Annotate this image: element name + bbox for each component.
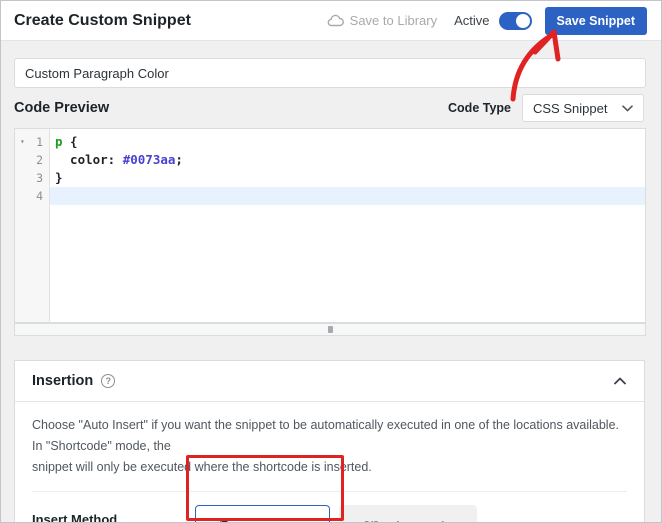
line-number: 4 (36, 189, 43, 203)
code-preview-heading: Code Preview (14, 100, 109, 116)
help-icon[interactable]: ? (101, 374, 115, 388)
auto-insert-button[interactable]: Auto Insert (195, 505, 330, 523)
chevron-up-icon (614, 377, 626, 385)
header-actions: Save to Library Active Save Snippet (327, 7, 647, 35)
insert-method-buttons: Auto Insert [/] Shortcode (195, 505, 477, 523)
code-line: color: #0073aa; (50, 151, 645, 169)
shortcode-icon: [/] (364, 519, 379, 523)
collapse-section-button[interactable] (614, 377, 626, 385)
line-number: 1 (36, 135, 43, 149)
code-type-label: Code Type (448, 101, 511, 115)
gutter-line-3: 3 (15, 169, 49, 187)
save-snippet-button[interactable]: Save Snippet (545, 7, 648, 35)
gutter-line-1: ▾ 1 (15, 133, 49, 151)
insertion-heading: Insertion (32, 373, 93, 389)
gutter-line-4: 4 (15, 187, 49, 205)
insertion-section: Insertion ? Choose "Auto Insert" if you … (14, 360, 645, 523)
active-toggle[interactable] (499, 12, 532, 30)
code-line: p { (50, 133, 645, 151)
insertion-description: snippet will only be executed where the … (32, 457, 627, 478)
css-selector-token: p (55, 134, 63, 149)
insertion-description: Choose "Auto Insert" if you want the sni… (32, 415, 627, 457)
editor-resize-handle[interactable] (14, 323, 646, 336)
chevron-down-icon (622, 105, 633, 112)
page-title: Create Custom Snippet (14, 12, 327, 30)
cloud-icon (327, 14, 344, 27)
code-type-selected-value: CSS Snippet (533, 101, 607, 116)
code-area[interactable]: p { color: #0073aa; } (50, 129, 645, 322)
save-to-library-label: Save to Library (350, 13, 437, 28)
code-token: color: (55, 152, 123, 167)
code-token: } (55, 170, 63, 185)
insert-method-label: Insert Method (32, 505, 195, 523)
insertion-header: Insertion ? (15, 361, 644, 402)
code-type-row: Code Type CSS Snippet (448, 94, 644, 122)
auto-insert-label: Auto Insert (240, 519, 309, 523)
active-label: Active (454, 13, 489, 28)
insert-method-row: Insert Method Auto Insert [/] Shortc (32, 505, 627, 523)
resize-grip-icon (328, 326, 333, 333)
sync-icon (217, 519, 232, 523)
toggle-knob (516, 14, 530, 28)
active-code-line (50, 187, 645, 205)
editor-gutter: ▾ 1 2 3 4 (15, 129, 50, 322)
snippet-title-input[interactable] (14, 58, 646, 88)
shortcode-button[interactable]: [/] Shortcode (339, 505, 477, 523)
divider (32, 491, 627, 492)
gutter-line-2: 2 (15, 151, 49, 169)
code-line: } (50, 169, 645, 187)
wpcode-snippet-editor: Create Custom Snippet Save to Library Ac… (0, 0, 662, 523)
insertion-body: Choose "Auto Insert" if you want the sni… (15, 402, 644, 523)
line-number: 2 (36, 153, 43, 167)
code-editor[interactable]: ▾ 1 2 3 4 p { color: #0073aa; } (14, 128, 646, 323)
code-type-select[interactable]: CSS Snippet (522, 94, 644, 122)
code-token: ; (175, 152, 183, 167)
code-fold-icon[interactable]: ▾ (20, 133, 25, 151)
shortcode-label: Shortcode (387, 519, 451, 523)
code-token: { (63, 134, 78, 149)
line-number: 3 (36, 171, 43, 185)
css-value-token: #0073aa (123, 152, 176, 167)
save-to-library-button[interactable]: Save to Library (327, 13, 437, 28)
app-header: Create Custom Snippet Save to Library Ac… (1, 1, 661, 41)
